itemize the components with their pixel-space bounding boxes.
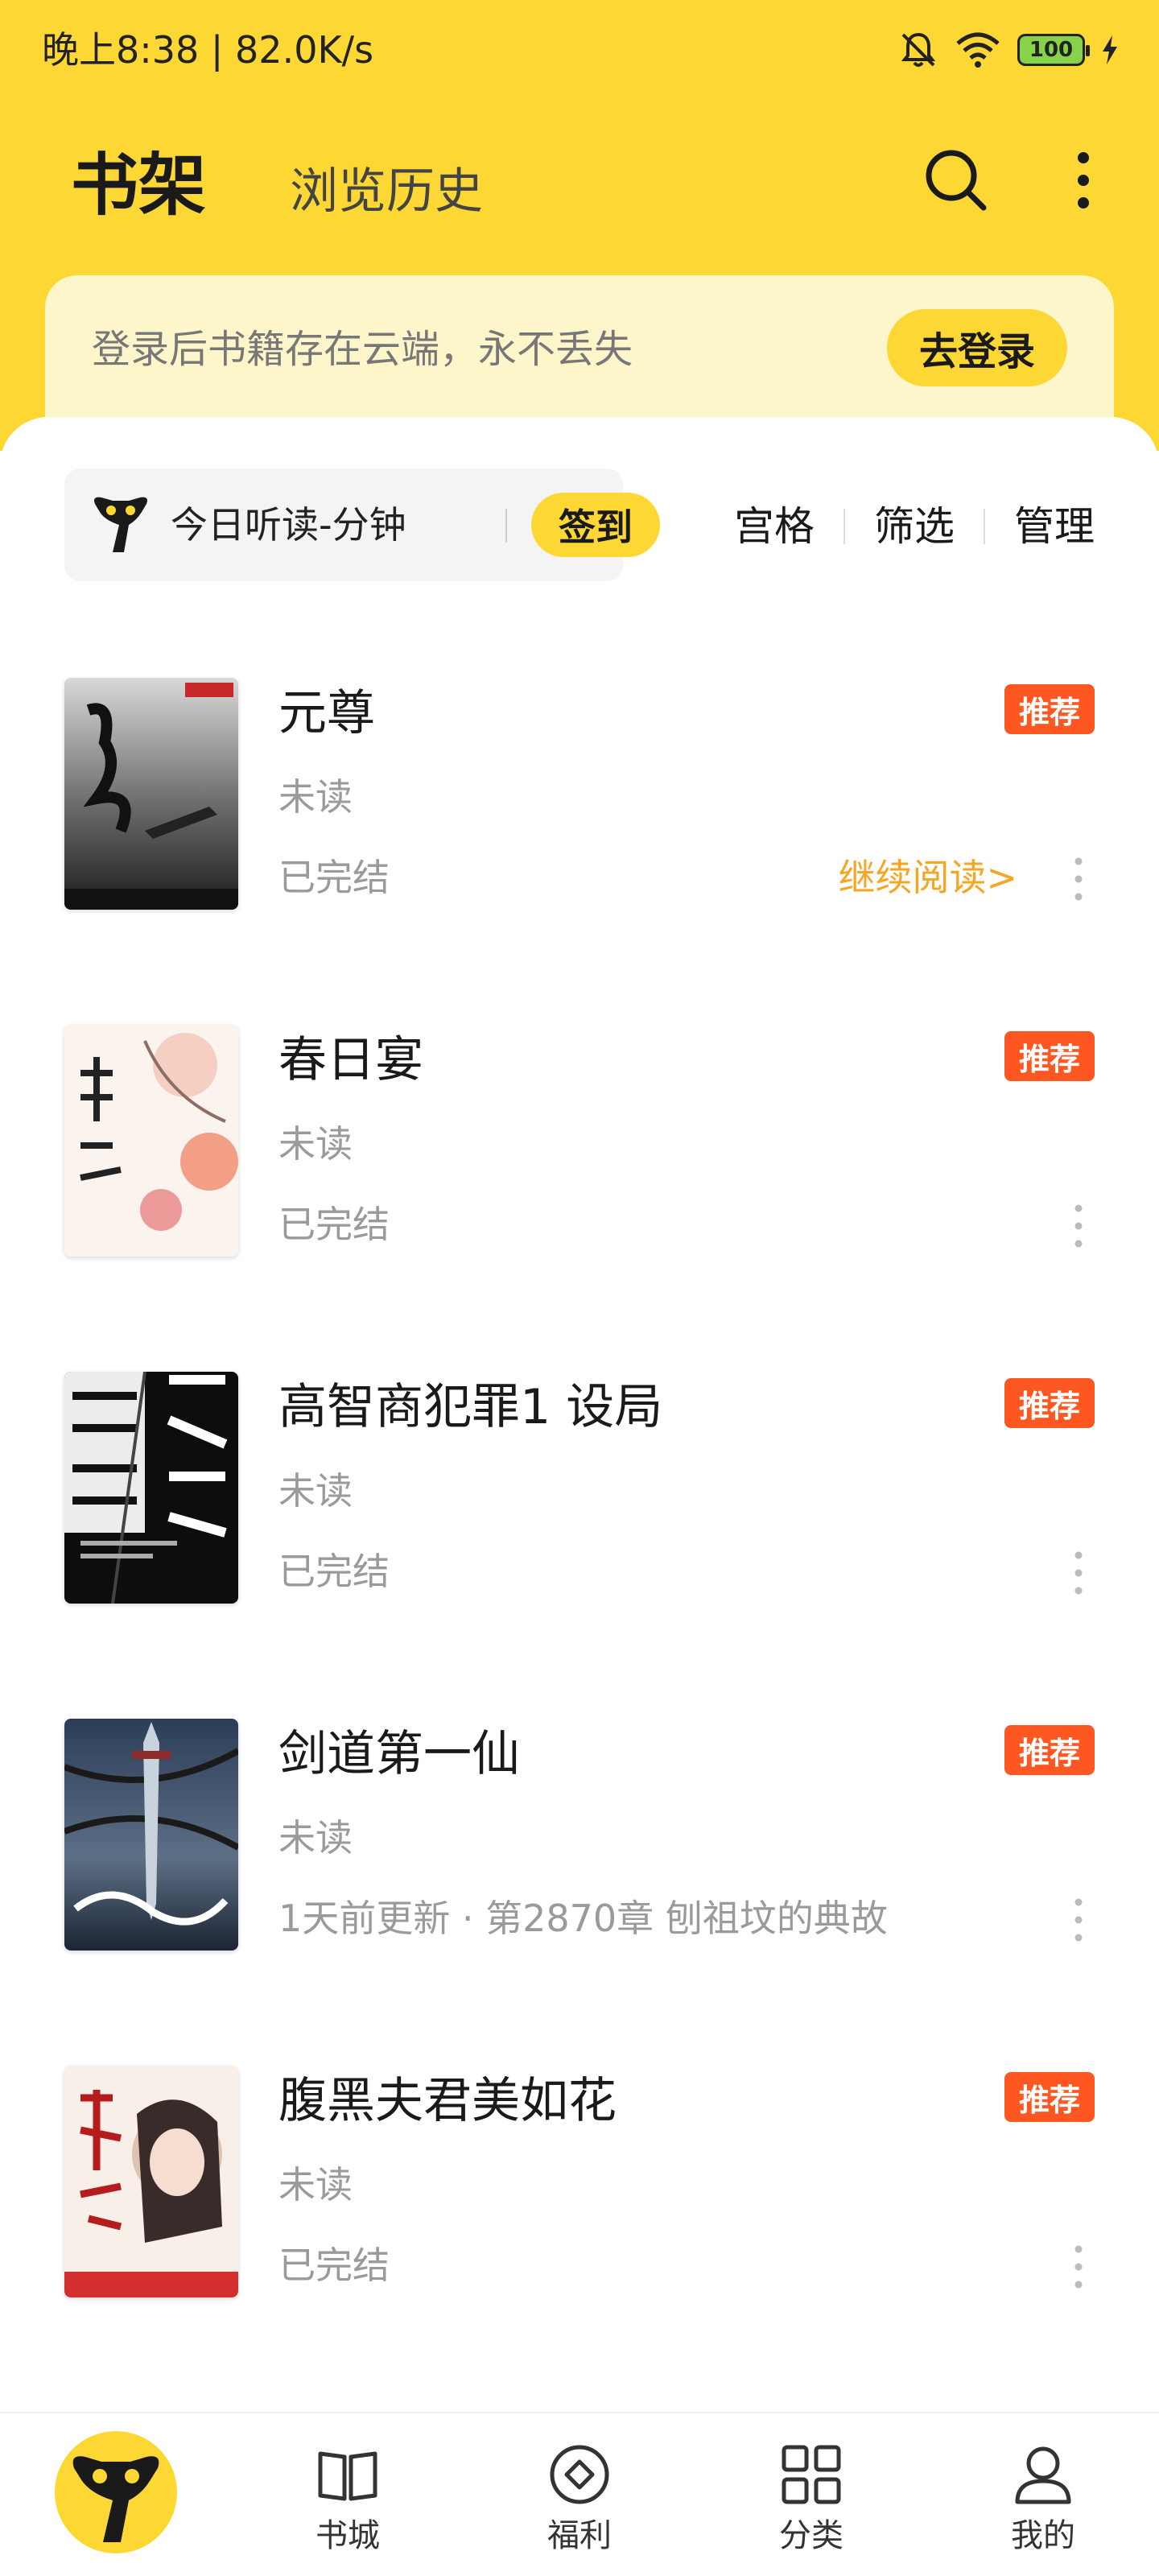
book-read-state: 未读 [278,2163,353,2207]
bell-muted-icon [901,32,936,67]
book-read-state: 未读 [278,775,353,819]
tab-browse-history[interactable]: 浏览历史 [290,159,483,224]
book-item[interactable]: 春日宴 推荐 未读 已完结 [0,1025,1159,1266]
nav-category[interactable]: 分类 [695,2413,927,2576]
more-vertical-icon[interactable] [1062,853,1095,905]
recommend-badge: 推荐 [1004,1031,1095,1081]
search-icon[interactable] [922,147,990,214]
battery-level: 100 [1029,38,1074,62]
book-cover[interactable] [64,678,238,910]
book-status: 已完结 [278,856,390,899]
more-vertical-icon[interactable] [1062,1200,1095,1252]
checkin-button[interactable]: 签到 [531,493,660,557]
battery-icon: 100 [1017,34,1090,66]
status-bar: 晚上8:38 | 82.0K/s 100 [0,0,1159,97]
listen-today-text: 今日听读-分钟 [171,503,406,547]
status-icons: 100 [898,27,1119,72]
nav-label: 分类 [779,2517,843,2554]
user-icon [1015,2446,1071,2504]
book-status: 已完结 [278,2244,390,2287]
recommend-badge: 推荐 [1004,2072,1095,2122]
bottom-nav: 书城 福利 分类 我的 [0,2412,1159,2576]
charging-icon [1103,35,1117,64]
book-icon [318,2451,377,2501]
tab-bookshelf[interactable]: 书架 [71,145,206,225]
book-cover[interactable] [64,1372,238,1604]
wifi-icon [956,32,1000,68]
continue-reading-link[interactable]: 继续阅读> [838,852,1017,903]
shelf-toolbar: 宫格 筛选 管理 [734,494,1095,559]
more-vertical-icon[interactable] [1059,147,1107,214]
divider [505,509,507,543]
status-time-speed: 晚上8:38 | 82.0K/s [42,28,374,72]
divider [984,509,985,544]
book-status: 已完结 [278,1550,390,1593]
app-logo-icon [55,2431,177,2553]
nav-bookshelf[interactable] [0,2413,232,2576]
book-title: 春日宴 [278,1032,423,1088]
login-banner-text: 登录后书籍存在云端，永不丢失 [92,327,633,372]
more-vertical-icon[interactable] [1062,1894,1095,1946]
grid-icon [782,2445,841,2504]
book-title: 元尊 [278,685,375,741]
login-button[interactable]: 去登录 [887,309,1067,386]
book-read-state: 未读 [278,1469,353,1513]
screen: 晚上8:38 | 82.0K/s 100 书架 浏览历史 登录后书籍存在云端，永… [0,0,1159,2576]
manage-button[interactable]: 管理 [1014,494,1095,559]
book-item[interactable]: 腹黑夫君美如花 推荐 未读 已完结 [0,2066,1159,2307]
book-item[interactable]: 剑道第一仙 推荐 未读 1天前更新 · 第2870章 刨祖坟的典故 [0,1719,1159,1960]
filter-button[interactable]: 筛选 [874,494,955,559]
nav-welfare[interactable]: 福利 [464,2413,695,2576]
book-status: 已完结 [278,1203,390,1246]
more-vertical-icon[interactable] [1062,2241,1095,2293]
recommend-badge: 推荐 [1004,1725,1095,1775]
recommend-badge: 推荐 [1004,684,1095,734]
book-item[interactable]: 元尊 推荐 未读 已完结 继续阅读> [0,678,1159,919]
book-read-state: 未读 [278,1816,353,1860]
book-cover[interactable] [64,1719,238,1951]
book-title: 高智商犯罪1 设局 [278,1379,663,1435]
listen-today-bar[interactable]: 今日听读-分钟 签到 [64,469,660,581]
book-cover[interactable] [64,1025,238,1257]
book-cover[interactable] [64,2066,238,2297]
book-title: 剑道第一仙 [278,1726,520,1782]
nav-label: 我的 [1011,2517,1075,2554]
grid-view-button[interactable]: 宫格 [734,494,815,559]
nav-label: 书城 [316,2517,380,2554]
nav-profile[interactable]: 我的 [927,2413,1159,2576]
book-read-state: 未读 [278,1122,353,1166]
book-status: 1天前更新 · 第2870章 刨祖坟的典故 [278,1897,888,1940]
app-logo-icon [94,497,147,552]
nav-bookstore[interactable]: 书城 [232,2413,464,2576]
book-item[interactable]: 高智商犯罪1 设局 推荐 未读 已完结 [0,1372,1159,1613]
book-title: 腹黑夫君美如花 [278,2073,617,2129]
coin-icon [550,2445,609,2504]
more-vertical-icon[interactable] [1062,1547,1095,1599]
divider [843,509,845,544]
recommend-badge: 推荐 [1004,1378,1095,1428]
nav-label: 福利 [547,2517,612,2554]
